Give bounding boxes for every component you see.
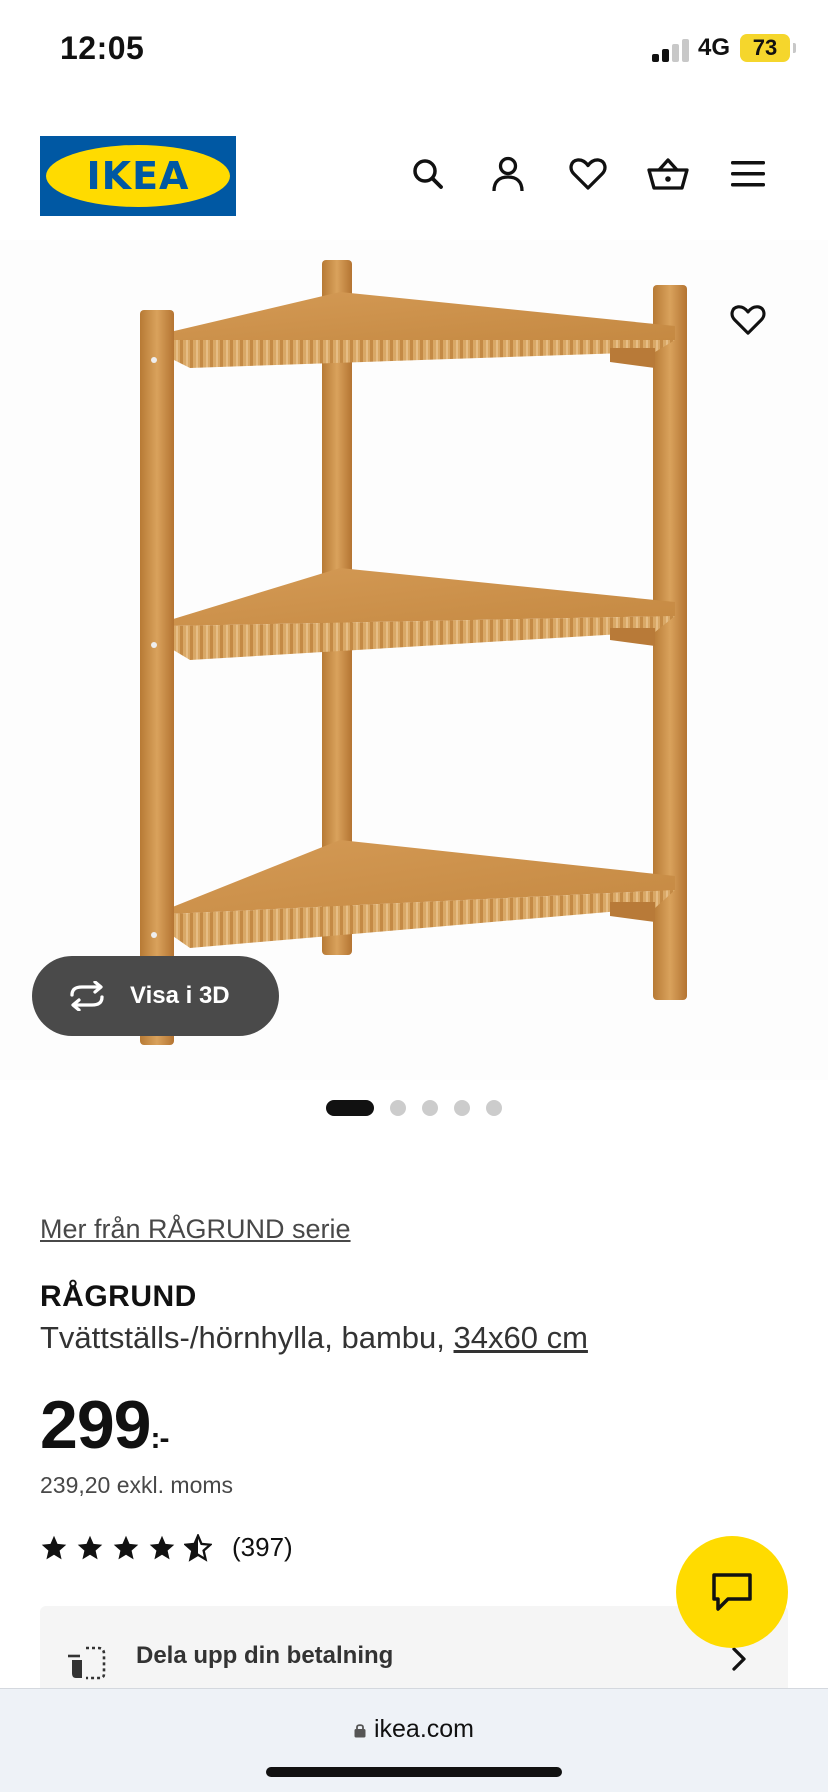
signal-icon [652, 38, 692, 62]
review-count: (397) [232, 1532, 293, 1562]
split-payment-label: Dela upp din betalning [136, 1642, 394, 1669]
product-name: RÅGRUND [40, 1280, 197, 1313]
product-page: 12:05 4G 73 IKEA Visa i 3D Mer från RÅGR… [0, 0, 828, 1792]
url-text: ikea.com [373, 1715, 475, 1743]
rating[interactable]: (397) [40, 1532, 293, 1563]
search-icon[interactable] [406, 152, 450, 196]
product-description: Tvättställs-/hörnhylla, bambu, 34x60 cm [40, 1320, 588, 1356]
lock-icon [354, 1724, 366, 1738]
size-link[interactable]: 34x60 cm [454, 1320, 588, 1355]
star-icon [113, 1535, 139, 1559]
product-image[interactable] [0, 240, 828, 1080]
rotate-3d-icon [70, 981, 104, 1011]
half-star-icon [184, 1533, 212, 1562]
view-in-3d-button[interactable]: Visa i 3D [32, 956, 279, 1036]
price-value: 299 [40, 1387, 151, 1463]
product-type: Tvättställs-/hörnhylla, bambu, [40, 1320, 454, 1355]
split-payment-icon [68, 1646, 106, 1680]
gallery-dot[interactable] [454, 1100, 470, 1116]
series-link[interactable]: Mer från RÅGRUND serie [40, 1214, 351, 1245]
menu-icon[interactable] [726, 152, 770, 196]
star-icon [77, 1535, 103, 1559]
network-type: 4G [698, 34, 731, 61]
heart-icon[interactable] [566, 152, 610, 196]
gallery-dot[interactable] [422, 1100, 438, 1116]
corner-shelf-illustration [140, 260, 687, 1045]
basket-icon[interactable] [646, 152, 690, 196]
chevron-right-icon [732, 1647, 746, 1671]
chat-icon [712, 1573, 752, 1611]
home-indicator[interactable] [266, 1767, 562, 1777]
gallery-dot[interactable] [326, 1100, 374, 1116]
price-suffix: :- [150, 1422, 169, 1455]
price: 299:- [40, 1386, 169, 1464]
gallery-dot[interactable] [486, 1100, 502, 1116]
battery-level: 73 [740, 34, 796, 62]
browser-bar: ikea.com [0, 1688, 828, 1792]
account-icon[interactable] [486, 152, 530, 196]
view-in-3d-label: Visa i 3D [130, 982, 230, 1009]
logo-text: IKEA [86, 154, 190, 198]
add-to-favorites-button[interactable] [724, 296, 772, 344]
price-excl-vat: 239,20 exkl. moms [40, 1472, 234, 1498]
url-field[interactable]: ikea.com [0, 1715, 828, 1744]
star-icon [149, 1535, 175, 1559]
heart-icon [730, 305, 766, 335]
chat-button[interactable] [676, 1536, 788, 1648]
ikea-logo[interactable]: IKEA [40, 136, 236, 216]
star-icon [41, 1535, 67, 1559]
status-time: 12:05 [60, 30, 145, 66]
gallery-pagination [326, 1100, 518, 1116]
gallery-dot[interactable] [390, 1100, 406, 1116]
